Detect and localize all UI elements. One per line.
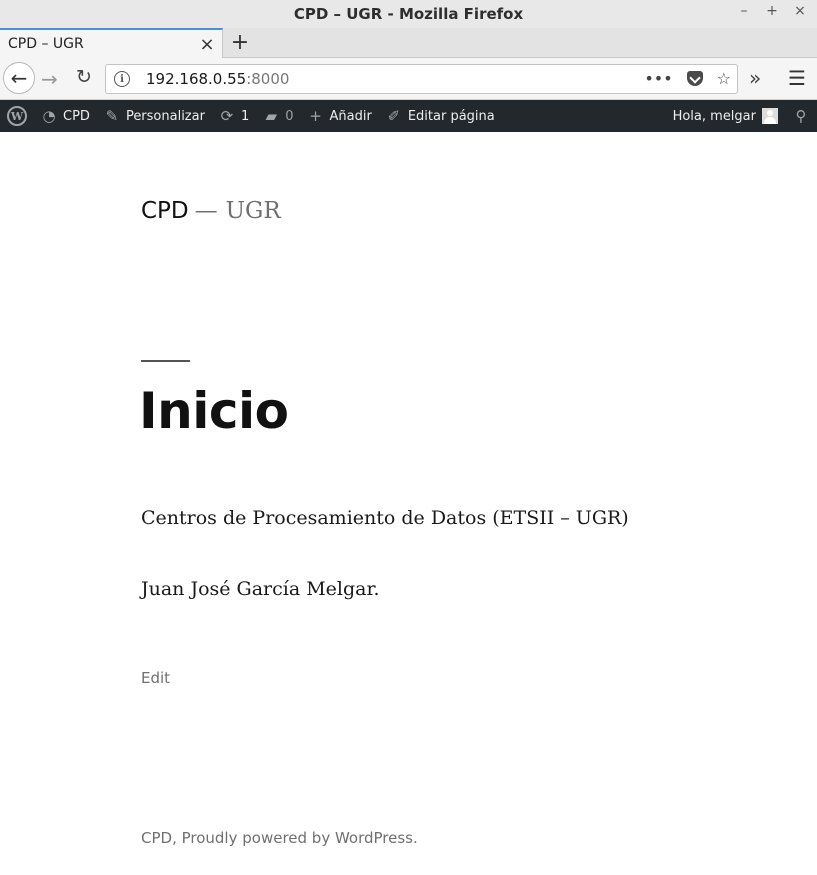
- page-title: Inicio: [139, 382, 289, 440]
- edit-link[interactable]: Edit: [141, 669, 170, 687]
- pocket-icon[interactable]: [686, 71, 703, 86]
- arrow-left-icon: ←: [10, 66, 28, 90]
- site-description: UGR: [225, 198, 281, 224]
- back-button[interactable]: ←: [3, 62, 35, 94]
- avatar: [762, 108, 778, 124]
- plus-icon: +: [309, 107, 322, 125]
- admin-bar-search[interactable]: ⚲: [785, 107, 817, 125]
- site-title-link[interactable]: CPD: [141, 198, 189, 224]
- new-content-label: Añadir: [329, 108, 372, 124]
- admin-bar-site-name[interactable]: ◔ CPD: [34, 100, 97, 132]
- tab-strip: CPD – UGR × +: [0, 28, 817, 58]
- minimize-button[interactable]: –: [737, 3, 751, 19]
- admin-bar-comments[interactable]: ▰ 0: [256, 100, 300, 132]
- customize-label: Personalizar: [125, 108, 205, 124]
- site-branding: CPD — UGR: [141, 198, 281, 224]
- wp-admin-bar: W ◔ CPD ✎ Personalizar ⟳ 1 ▰ 0 + Añadir …: [0, 100, 817, 132]
- tab-cpd-ugr[interactable]: CPD – UGR ×: [0, 28, 223, 58]
- admin-bar-edit-page[interactable]: ✐ Editar página: [379, 100, 502, 132]
- tab-close-icon[interactable]: ×: [196, 34, 218, 55]
- forward-button[interactable]: →: [41, 67, 58, 91]
- admin-bar-secondary: Hola, melgar ⚲: [666, 100, 817, 132]
- window-controls: – + ×: [737, 3, 807, 19]
- url-actions: ••• ☆: [644, 69, 731, 88]
- dashboard-gauge-icon: ◔: [42, 107, 56, 125]
- updates-icon: ⟳: [220, 107, 234, 125]
- hamburger-menu-button[interactable]: ☰: [788, 66, 806, 90]
- updates-count: 1: [240, 108, 250, 124]
- admin-bar-new-content[interactable]: + Añadir: [301, 100, 379, 132]
- page-actions-icon[interactable]: •••: [644, 69, 672, 88]
- reload-button[interactable]: ↻: [76, 66, 92, 88]
- edit-page-label: Editar página: [407, 108, 495, 124]
- url-host: 192.168.0.55: [146, 70, 247, 88]
- content-paragraph: Centros de Procesamiento de Datos (ETSII…: [141, 507, 629, 529]
- tab-label: CPD – UGR: [8, 36, 84, 52]
- admin-bar-updates[interactable]: ⟳ 1: [212, 100, 256, 132]
- window-titlebar: CPD – UGR - Mozilla Firefox – + ×: [0, 0, 817, 28]
- search-icon: ⚲: [795, 107, 807, 125]
- maximize-button[interactable]: +: [765, 3, 779, 19]
- site-info-icon[interactable]: i: [114, 71, 130, 87]
- greeting-label: Hola, melgar: [672, 108, 756, 124]
- url-bar[interactable]: i 192.168.0.55:8000 ••• ☆: [105, 64, 738, 94]
- url-port: :8000: [246, 70, 290, 88]
- site-footer[interactable]: CPD, Proudly powered by WordPress.: [141, 829, 418, 847]
- admin-bar-my-account[interactable]: Hola, melgar: [666, 100, 785, 132]
- comment-bubble-icon: ▰: [265, 107, 277, 125]
- navigation-toolbar: ← → ↻ i 192.168.0.55:8000 ••• ☆ » ☰: [0, 58, 817, 100]
- comments-count: 0: [285, 108, 294, 124]
- new-tab-button[interactable]: +: [229, 30, 251, 55]
- wordpress-logo-icon: W: [7, 106, 27, 126]
- content-paragraph: Juan José García Melgar.: [141, 578, 380, 600]
- site-name-label: CPD: [63, 108, 90, 124]
- wp-logo-menu[interactable]: W: [0, 100, 34, 132]
- toolbar-overflow-button[interactable]: »: [749, 66, 761, 90]
- window-title: CPD – UGR - Mozilla Firefox: [293, 5, 524, 23]
- title-divider: [141, 360, 190, 362]
- pencil-icon: ✐: [387, 107, 401, 125]
- site-title-separator: —: [194, 198, 218, 224]
- bookmark-star-icon[interactable]: ☆: [717, 69, 731, 88]
- close-window-button[interactable]: ×: [793, 3, 807, 19]
- paintbrush-icon: ✎: [105, 107, 119, 125]
- admin-bar-customize[interactable]: ✎ Personalizar: [97, 100, 212, 132]
